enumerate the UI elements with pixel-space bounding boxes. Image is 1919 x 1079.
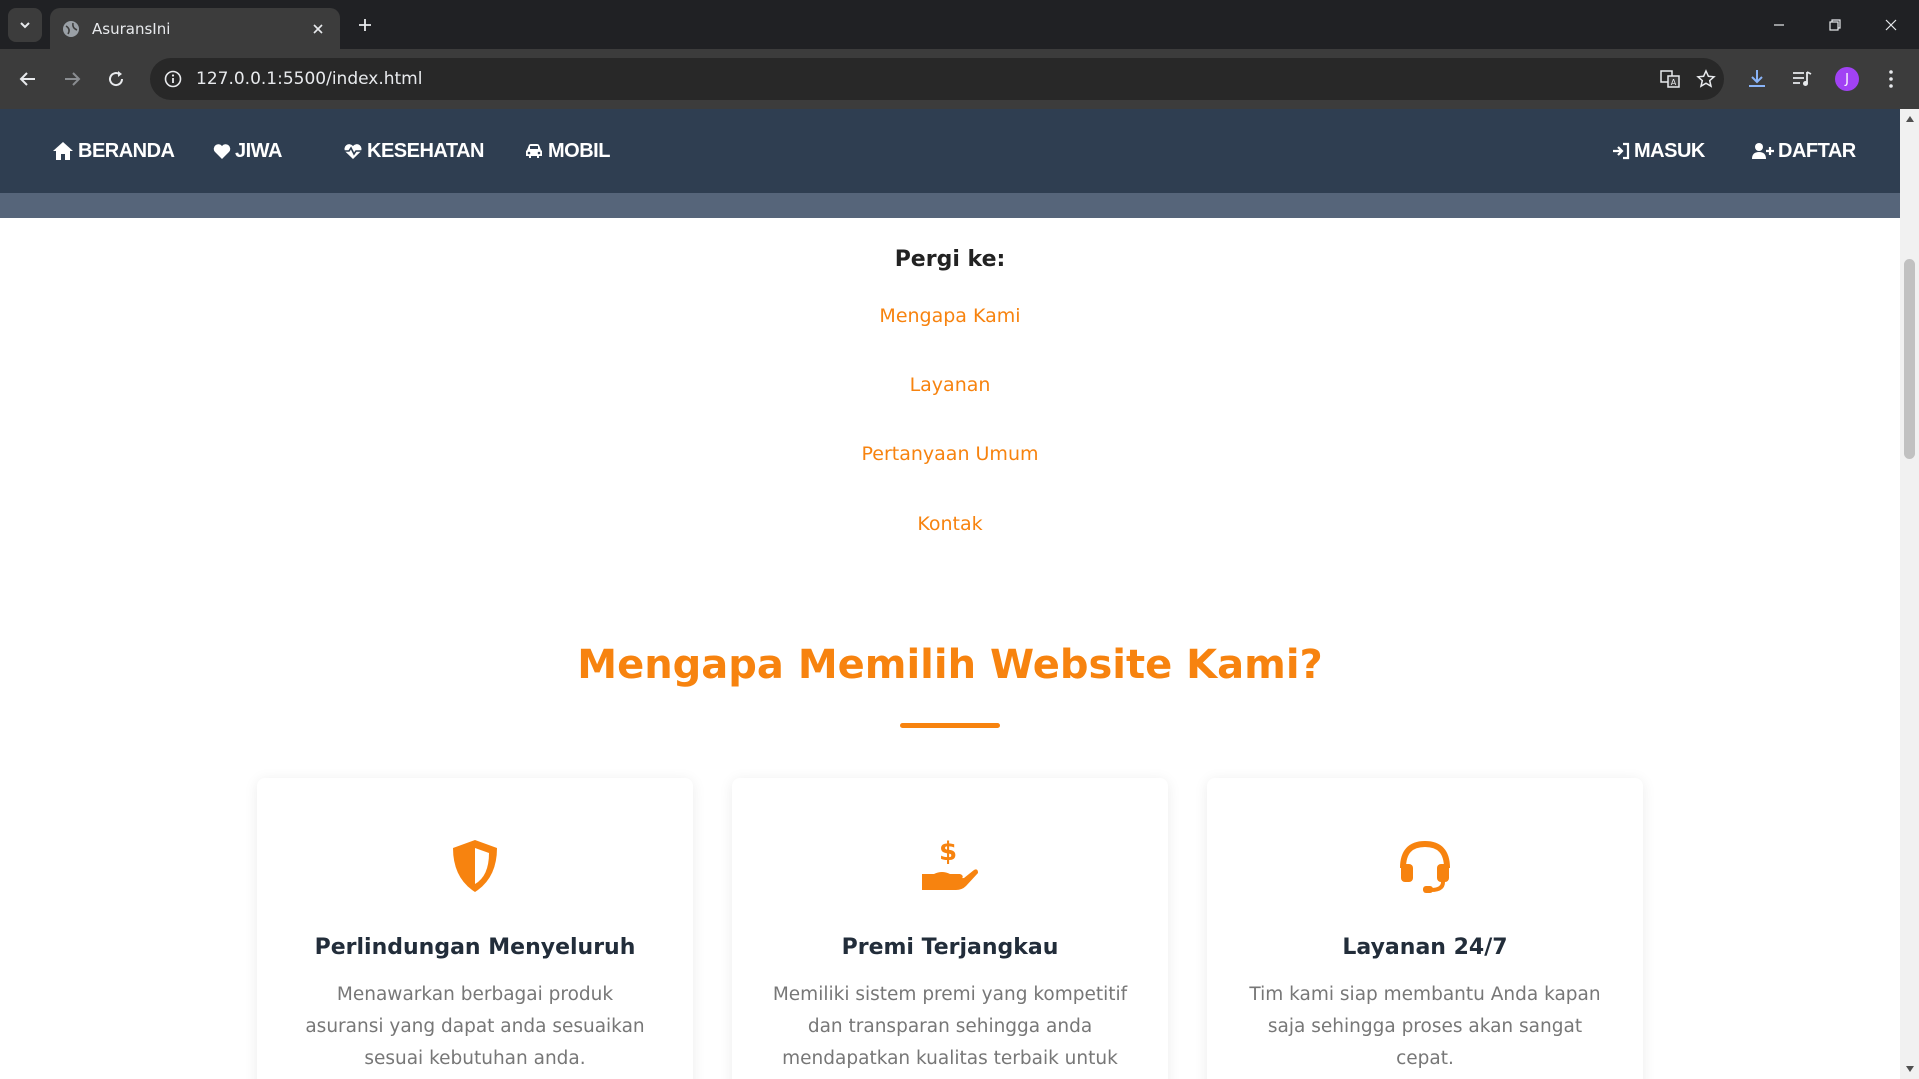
goto-heading: Pergi ke:	[894, 247, 1006, 272]
feature-card: $ Premi Terjangkau Memiliki sistem premi…	[732, 778, 1168, 1079]
hand-dollar-icon: $	[732, 838, 1168, 898]
tab-search-button[interactable]	[8, 8, 42, 42]
feature-title: Layanan 24/7	[1342, 935, 1508, 960]
avatar: J	[1835, 67, 1859, 91]
forward-button[interactable]	[56, 63, 88, 95]
goto-link-layanan[interactable]: Layanan	[0, 374, 1900, 396]
browser-toolbar: 127.0.0.1:5500/index.html A J	[0, 49, 1919, 109]
reload-icon	[109, 71, 124, 87]
feature-title: Perlindungan Menyeluruh	[314, 935, 636, 960]
menu-button[interactable]	[1878, 63, 1904, 95]
nav-daftar[interactable]: DAFTAR	[1752, 109, 1856, 193]
feature-desc: Menawarkan berbagai produk asuransi yang…	[305, 984, 645, 1069]
media-control-button[interactable]	[1786, 63, 1818, 95]
feature-desc: Memiliki sistem premi yang kompetitif da…	[772, 984, 1128, 1069]
bookmark-star-icon[interactable]	[1688, 61, 1724, 97]
feature-card: Layanan 24/7 Tim kami siap membantu Anda…	[1207, 778, 1643, 1079]
goto-link-kontak[interactable]: Kontak	[0, 513, 1900, 535]
svg-text:A: A	[1671, 78, 1677, 87]
nav-mobil-label: MOBIL	[548, 139, 610, 162]
url-text[interactable]: 127.0.0.1:5500/index.html	[196, 69, 1652, 89]
close-tab-icon[interactable]	[308, 19, 328, 39]
nav-kesehatan[interactable]: KESEHATAN	[343, 109, 484, 193]
site-navbar: BERANDA JIWA KESEHATAN MOBIL MASUK DAFTA…	[0, 109, 1900, 218]
arrow-left-icon	[19, 72, 35, 86]
scroll-up-arrow-icon[interactable]	[1900, 111, 1919, 127]
feature-desc: Tim kami siap membantu Anda kapan saja s…	[1249, 984, 1601, 1069]
browser-tabstrip: AsuransIni	[0, 0, 1919, 49]
reload-button[interactable]	[100, 63, 132, 95]
feature-title: Premi Terjangkau	[841, 935, 1059, 960]
goto-link-mengapa-kami[interactable]: Mengapa Kami	[0, 305, 1900, 327]
heart-icon	[213, 143, 231, 159]
car-icon	[526, 144, 542, 158]
kebab-menu-icon	[1889, 70, 1893, 88]
playlist-icon	[1793, 71, 1812, 86]
svg-text:$: $	[939, 838, 957, 867]
section-title: Mengapa Memilih Website Kami?	[577, 642, 1323, 688]
user-plus-icon	[1752, 143, 1774, 159]
heart-pulse-icon	[344, 143, 362, 159]
profile-button[interactable]: J	[1831, 63, 1863, 95]
plus-icon	[359, 19, 371, 31]
close-window-button[interactable]	[1863, 0, 1919, 49]
scroll-down-arrow-icon[interactable]	[1900, 1061, 1919, 1077]
goto-link-pertanyaan-umum[interactable]: Pertanyaan Umum	[0, 443, 1900, 465]
nav-masuk-label: MASUK	[1634, 139, 1705, 162]
window-controls	[1751, 0, 1919, 49]
feature-card: Perlindungan Menyeluruh Menawarkan berba…	[257, 778, 693, 1079]
scrollbar-thumb[interactable]	[1904, 259, 1915, 459]
tab-title: AsuransIni	[92, 19, 171, 38]
minimize-button[interactable]	[1751, 0, 1807, 49]
nav-mobil[interactable]: MOBIL	[524, 109, 610, 193]
nav-beranda[interactable]: BERANDA	[52, 109, 175, 193]
shield-icon	[257, 838, 693, 898]
nav-daftar-label: DAFTAR	[1778, 139, 1856, 162]
address-bar[interactable]: 127.0.0.1:5500/index.html A	[150, 58, 1724, 100]
nav-jiwa[interactable]: JIWA	[213, 109, 282, 193]
new-tab-button[interactable]	[352, 12, 378, 38]
back-button[interactable]	[12, 63, 44, 95]
arrow-right-icon	[65, 72, 81, 86]
download-icon	[1749, 70, 1765, 87]
title-divider	[900, 723, 1000, 728]
nav-jiwa-label: JIWA	[235, 139, 282, 162]
download-button[interactable]	[1741, 63, 1773, 95]
nav-masuk[interactable]: MASUK	[1612, 109, 1705, 193]
translate-icon[interactable]: A	[1652, 61, 1688, 97]
browser-tab[interactable]: AsuransIni	[50, 8, 340, 49]
chevron-down-icon	[20, 22, 30, 29]
site-info-icon[interactable]	[162, 68, 184, 90]
restore-button[interactable]	[1807, 0, 1863, 49]
page-viewport: BERANDA JIWA KESEHATAN MOBIL MASUK DAFTA…	[0, 109, 1900, 1079]
sign-in-icon	[1613, 142, 1630, 160]
nav-beranda-label: BERANDA	[78, 139, 175, 162]
headset-icon	[1207, 838, 1643, 898]
home-icon	[53, 142, 73, 160]
navbar-shadow-band	[0, 193, 1900, 218]
nav-kesehatan-label: KESEHATAN	[367, 139, 484, 162]
page-scrollbar[interactable]	[1900, 109, 1919, 1079]
globe-icon	[62, 20, 80, 38]
